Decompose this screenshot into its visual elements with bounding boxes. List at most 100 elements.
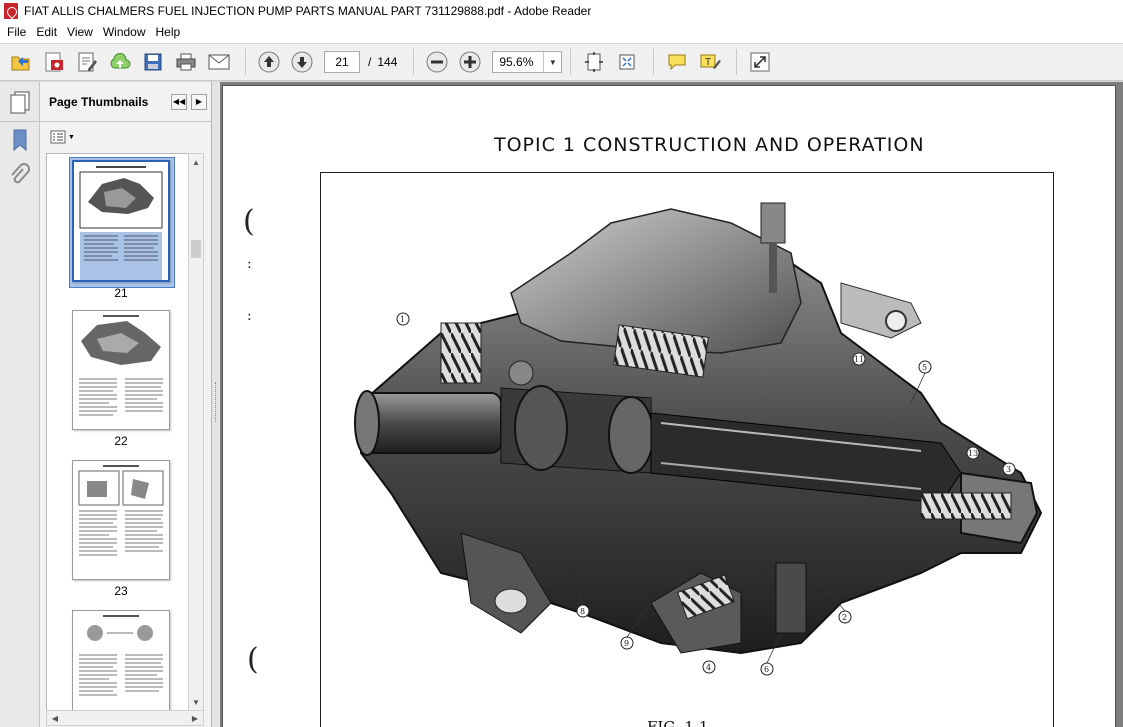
document-view[interactable]: TOPIC 1 CONSTRUCTION AND OPERATION ( : :… bbox=[220, 82, 1123, 727]
panel-splitter[interactable] bbox=[212, 82, 220, 727]
zoom-in-button[interactable] bbox=[455, 47, 485, 77]
scroll-right-icon[interactable]: ▶ bbox=[187, 711, 203, 725]
minus-circle-icon bbox=[426, 51, 448, 73]
callout-8: 8 bbox=[580, 607, 585, 616]
bookmark-icon bbox=[13, 129, 26, 152]
zoom-level-select[interactable]: 95.6% ▼ bbox=[492, 51, 563, 73]
next-page-button[interactable] bbox=[287, 47, 317, 77]
caret-down-icon: ▼ bbox=[68, 133, 75, 141]
upload-button[interactable] bbox=[105, 47, 135, 77]
toolbar-separator bbox=[413, 49, 415, 75]
menu-view[interactable]: View bbox=[62, 22, 98, 43]
thumbnail-page-22[interactable]: 22 bbox=[72, 310, 170, 448]
toolbar-separator bbox=[653, 49, 655, 75]
create-pdf-button[interactable] bbox=[39, 47, 69, 77]
navigation-rail bbox=[0, 82, 40, 727]
zoom-value: 95.6% bbox=[499, 55, 534, 69]
previous-page-button[interactable] bbox=[254, 47, 284, 77]
bookmarks-tab[interactable] bbox=[0, 122, 39, 158]
menu-help[interactable]: Help bbox=[151, 22, 186, 43]
thumbnail-options-bar: ▼ bbox=[40, 122, 211, 152]
thumbnail-page-21[interactable]: 21 bbox=[69, 157, 175, 300]
thumbnail-label: 21 bbox=[114, 286, 128, 300]
margin-dot: : bbox=[247, 308, 252, 324]
menu-window[interactable]: Window bbox=[98, 22, 151, 43]
cloud-upload-icon bbox=[110, 53, 131, 69]
thumbnail-list: 21 22 23 bbox=[46, 153, 194, 711]
menu-bar: File Edit View Window Help bbox=[0, 22, 1123, 43]
save-button[interactable] bbox=[138, 47, 168, 77]
adobe-reader-icon bbox=[4, 3, 18, 19]
thumbnails-header: Page Thumbnails ◀◀ ▶ bbox=[40, 82, 211, 122]
highlight-button[interactable]: T bbox=[695, 47, 725, 77]
figure-frame: 1 11 5 13 3 8 9 4 6 2 bbox=[320, 172, 1054, 727]
email-button[interactable] bbox=[204, 47, 234, 77]
chevron-down-icon[interactable]: ▼ bbox=[543, 52, 561, 72]
total-pages: 144 bbox=[377, 55, 398, 69]
open-button[interactable] bbox=[6, 47, 36, 77]
splitter-grip[interactable] bbox=[215, 382, 217, 422]
toolbar-separator bbox=[570, 49, 572, 75]
open-folder-icon bbox=[11, 56, 30, 71]
chevron-right-icon: ▶ bbox=[195, 97, 203, 106]
title-bar: FIAT ALLIS CHALMERS FUEL INJECTION PUMP … bbox=[0, 0, 1123, 22]
fit-page-icon bbox=[585, 52, 604, 72]
panel-options-button[interactable]: ▶ bbox=[191, 93, 207, 110]
thumbnail-page-23[interactable]: 23 bbox=[72, 460, 170, 598]
thumbnail-page-24[interactable]: 24 bbox=[72, 610, 170, 710]
edit-document-icon bbox=[78, 52, 97, 72]
callout-11: 11 bbox=[854, 355, 864, 364]
window-title: FIAT ALLIS CHALMERS FUEL INJECTION PUMP … bbox=[24, 4, 592, 18]
callout-2: 2 bbox=[842, 613, 847, 622]
highlight-text-icon: T bbox=[700, 54, 722, 69]
options-list-icon bbox=[50, 130, 66, 144]
arrow-down-circle-icon bbox=[291, 51, 313, 73]
figure-caption: FIG. 1-1 bbox=[647, 718, 709, 727]
scrollbar-thumb[interactable] bbox=[191, 240, 201, 258]
page-heading: TOPIC 1 CONSTRUCTION AND OPERATION bbox=[494, 134, 925, 156]
thumbnail-horizontal-scrollbar[interactable]: ◀ ▶ bbox=[46, 710, 204, 726]
comment-button[interactable] bbox=[662, 47, 692, 77]
attachments-tab[interactable] bbox=[0, 158, 39, 194]
options-menu-button[interactable]: ▼ bbox=[50, 130, 75, 144]
fit-width-button[interactable] bbox=[579, 47, 609, 77]
page-number-input[interactable]: 21 bbox=[324, 51, 360, 73]
callout-5: 5 bbox=[922, 363, 927, 372]
thumbnail-image bbox=[72, 610, 170, 710]
full-screen-button[interactable] bbox=[745, 47, 775, 77]
menu-edit[interactable]: Edit bbox=[31, 22, 62, 43]
print-button[interactable] bbox=[171, 47, 201, 77]
create-pdf-icon bbox=[45, 52, 63, 72]
margin-dot: : bbox=[247, 256, 252, 272]
panel-title: Page Thumbnails bbox=[49, 94, 149, 109]
plus-circle-icon bbox=[459, 51, 481, 73]
fit-window-button[interactable] bbox=[612, 47, 642, 77]
fit-window-icon bbox=[619, 54, 635, 70]
printer-icon bbox=[176, 53, 196, 71]
double-chevron-left-icon: ◀◀ bbox=[172, 97, 186, 106]
thumbnails-panel: Page Thumbnails ◀◀ ▶ ▼ 21 22 23 ▲ ▼ ◀ ▶ bbox=[40, 82, 212, 727]
toolbar: 21 / 144 95.6% ▼ T bbox=[0, 43, 1123, 81]
edit-button[interactable] bbox=[72, 47, 102, 77]
menu-file[interactable]: File bbox=[2, 22, 31, 43]
toolbar-separator bbox=[736, 49, 738, 75]
thumbnail-vertical-scrollbar[interactable]: ▲ ▼ bbox=[188, 153, 204, 711]
callout-3: 3 bbox=[1006, 465, 1011, 474]
collapse-panel-button[interactable]: ◀◀ bbox=[171, 93, 187, 110]
save-disk-icon bbox=[144, 53, 162, 71]
callout-1: 1 bbox=[400, 315, 405, 324]
scroll-up-icon[interactable]: ▲ bbox=[189, 154, 203, 170]
fuel-injection-pump-cutaway: 1 11 5 13 3 8 9 4 6 2 bbox=[354, 202, 1043, 676]
arrow-up-circle-icon bbox=[258, 51, 280, 73]
binder-hole-mark: ( bbox=[247, 642, 259, 677]
speech-bubble-icon bbox=[668, 54, 686, 71]
thumbnail-label: 23 bbox=[114, 584, 128, 598]
pdf-page: TOPIC 1 CONSTRUCTION AND OPERATION ( : :… bbox=[222, 85, 1116, 727]
scroll-left-icon[interactable]: ◀ bbox=[47, 711, 63, 725]
scroll-down-icon[interactable]: ▼ bbox=[189, 694, 203, 710]
thumbnail-label: 22 bbox=[114, 434, 128, 448]
zoom-out-button[interactable] bbox=[422, 47, 452, 77]
toolbar-separator bbox=[245, 49, 246, 75]
page-thumbnails-tab[interactable] bbox=[0, 82, 39, 122]
callout-4: 4 bbox=[706, 663, 711, 672]
